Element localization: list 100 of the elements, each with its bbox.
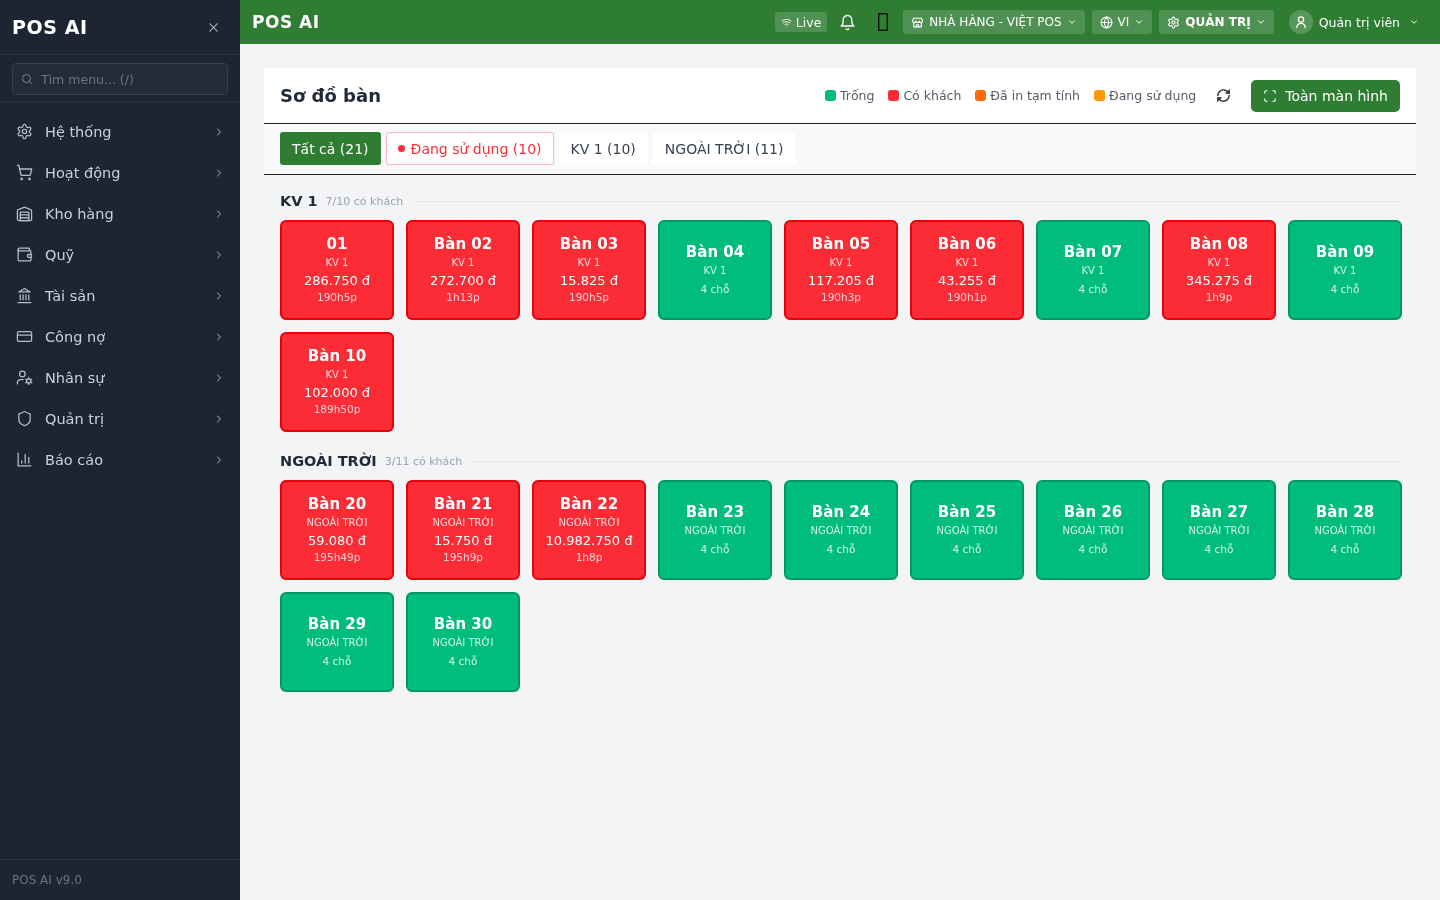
table-card[interactable]: Bàn 24 NGOÀI TRỜI 4 chỗ <box>784 480 898 580</box>
legend-label: Đã in tạm tính <box>990 88 1080 103</box>
table-amount: 286.750 đ <box>303 272 371 290</box>
fullscreen-icon <box>1263 88 1278 103</box>
table-seats: 4 chỗ <box>700 282 730 297</box>
caret-icon <box>1409 17 1419 27</box>
table-amount: 43.255 đ <box>938 272 996 290</box>
rectangle-outline-icon[interactable] <box>878 13 889 31</box>
sidebar-item[interactable]: Công nợ <box>0 316 240 357</box>
close-icon[interactable] <box>207 20 220 34</box>
filter-tab[interactable]: Tất cả (21) <box>280 132 381 165</box>
table-area: NGOÀI TRỜI <box>936 523 998 538</box>
table-area: KV 1 <box>1081 263 1105 278</box>
filter-tab[interactable]: KV 1 (10) <box>558 132 648 165</box>
caret-icon <box>1134 17 1145 27</box>
table-duration: 190h1p <box>946 290 987 305</box>
table-amount: 10.982.750 đ <box>545 532 633 550</box>
table-duration: 195h49p <box>313 550 361 565</box>
table-seats: 4 chỗ <box>1330 282 1360 297</box>
table-card[interactable]: Bàn 07 KV 1 4 chỗ <box>1036 220 1150 320</box>
table-duration: 1h8p <box>575 550 603 565</box>
table-name: Bàn 30 <box>433 615 493 634</box>
table-duration: 1h9p <box>1205 290 1233 305</box>
legend-label: Trống <box>839 88 875 103</box>
table-area: NGOÀI TRỜI <box>1062 523 1124 538</box>
sidebar-item[interactable]: Báo cáo <box>0 439 240 480</box>
warehouse-icon <box>16 205 33 222</box>
table-area: KV 1 <box>325 367 349 382</box>
table-card[interactable]: Bàn 27 NGOÀI TRỜI 4 chỗ <box>1162 480 1276 580</box>
table-card[interactable]: 01 KV 1 286.750 đ 190h5p <box>280 220 394 320</box>
menu-search-field[interactable]: Tìm menu... (/) <box>12 63 228 95</box>
table-card[interactable]: Bàn 29 NGOÀI TRỜI 4 chỗ <box>280 592 394 692</box>
table-name: Bàn 24 <box>811 503 871 522</box>
table-duration: 190h5p <box>568 290 609 305</box>
sidebar-item[interactable]: Quản trị <box>0 398 240 439</box>
table-name: Bàn 05 <box>811 235 871 254</box>
table-card[interactable]: Bàn 04 KV 1 4 chỗ <box>658 220 772 320</box>
table-seats: 4 chỗ <box>952 542 982 557</box>
table-card[interactable]: Bàn 05 KV 1 117.205 đ 190h3p <box>784 220 898 320</box>
store-dropdown[interactable]: NHÀ HÀNG - VIỆT POS <box>903 10 1085 34</box>
filter-tab[interactable]: Đang sử dụng (10) <box>385 132 554 165</box>
bar-chart-icon <box>16 451 33 468</box>
table-card[interactable]: Bàn 28 NGOÀI TRỜI 4 chỗ <box>1288 480 1402 580</box>
table-card[interactable]: Bàn 30 NGOÀI TRỜI 4 chỗ <box>406 592 520 692</box>
filter-tab[interactable]: NGOÀI TRỜI (11) <box>652 132 796 165</box>
table-amount: 117.205 đ <box>807 272 875 290</box>
sidebar-item[interactable]: Hệ thống <box>0 111 240 152</box>
table-card[interactable]: Bàn 25 NGOÀI TRỜI 4 chỗ <box>910 480 1024 580</box>
refresh-icon[interactable] <box>1216 88 1232 103</box>
table-card[interactable]: Bàn 20 NGOÀI TRỜI 59.080 đ 195h49p <box>280 480 394 580</box>
table-card[interactable]: Bàn 23 NGOÀI TRỜI 4 chỗ <box>658 480 772 580</box>
table-seats: 4 chỗ <box>700 542 730 557</box>
table-area: NGOÀI TRỜI <box>558 515 620 530</box>
shield-icon <box>16 410 33 427</box>
sidebar-item[interactable]: Hoạt động <box>0 152 240 193</box>
table-name: Bàn 29 <box>307 615 367 634</box>
table-area: KV 1 <box>451 255 475 270</box>
user-menu-button[interactable]: Quản trị viên <box>1288 10 1419 34</box>
language-dropdown[interactable]: VI <box>1091 10 1153 34</box>
fullscreen-button[interactable]: Toàn màn hình <box>1251 79 1400 112</box>
table-name: Bàn 03 <box>559 235 619 254</box>
table-card[interactable]: Bàn 22 NGOÀI TRỜI 10.982.750 đ 1h8p <box>532 480 646 580</box>
wallet-icon <box>16 246 33 263</box>
user-gear-icon <box>16 369 33 386</box>
sidebar-brand: POS AI <box>12 16 88 38</box>
caret-icon <box>1255 17 1266 27</box>
table-duration: 190h5p <box>316 290 357 305</box>
table-area: NGOÀI TRỜI <box>432 515 494 530</box>
sidebar-item[interactable]: Kho hàng <box>0 193 240 234</box>
table-name: Bàn 07 <box>1063 243 1123 262</box>
role-dropdown[interactable]: QUẢN TRỊ <box>1159 10 1274 34</box>
area-title: NGOÀI TRỜI <box>280 453 377 469</box>
table-card[interactable]: Bàn 21 NGOÀI TRỜI 15.750 đ 195h9p <box>406 480 520 580</box>
table-amount: 272.700 đ <box>429 272 497 290</box>
sidebar-item[interactable]: Quỹ <box>0 234 240 275</box>
table-seats: 4 chỗ <box>448 654 478 669</box>
table-name: Bàn 25 <box>937 503 997 522</box>
table-amount: 15.825 đ <box>560 272 618 290</box>
store-icon <box>911 15 925 29</box>
table-card[interactable]: Bàn 26 NGOÀI TRỜI 4 chỗ <box>1036 480 1150 580</box>
table-card[interactable]: Bàn 10 KV 1 102.000 đ 189h50p <box>280 332 394 432</box>
table-seats: 4 chỗ <box>1204 542 1234 557</box>
sidebar-item[interactable]: Tài sản <box>0 275 240 316</box>
table-amount: 15.750 đ <box>434 532 492 550</box>
table-card[interactable]: Bàn 02 KV 1 272.700 đ 1h13p <box>406 220 520 320</box>
table-card[interactable]: Bàn 03 KV 1 15.825 đ 190h5p <box>532 220 646 320</box>
page-title: Sơ đồ bàn <box>280 85 381 106</box>
table-name: Bàn 20 <box>307 495 367 514</box>
table-duration: 195h9p <box>442 550 483 565</box>
sidebar-item[interactable]: Nhân sự <box>0 357 240 398</box>
live-label: Live <box>795 14 822 30</box>
area-summary: 3/11 có khách <box>384 454 463 468</box>
table-area: NGOÀI TRỜI <box>306 515 368 530</box>
table-area: KV 1 <box>577 255 601 270</box>
table-card[interactable]: Bàn 09 KV 1 4 chỗ <box>1288 220 1402 320</box>
bell-icon[interactable] <box>839 13 857 31</box>
table-name: Bàn 06 <box>937 235 997 254</box>
table-card[interactable]: Bàn 06 KV 1 43.255 đ 190h1p <box>910 220 1024 320</box>
app-title: POS AI <box>252 12 320 32</box>
table-card[interactable]: Bàn 08 KV 1 345.275 đ 1h9p <box>1162 220 1276 320</box>
